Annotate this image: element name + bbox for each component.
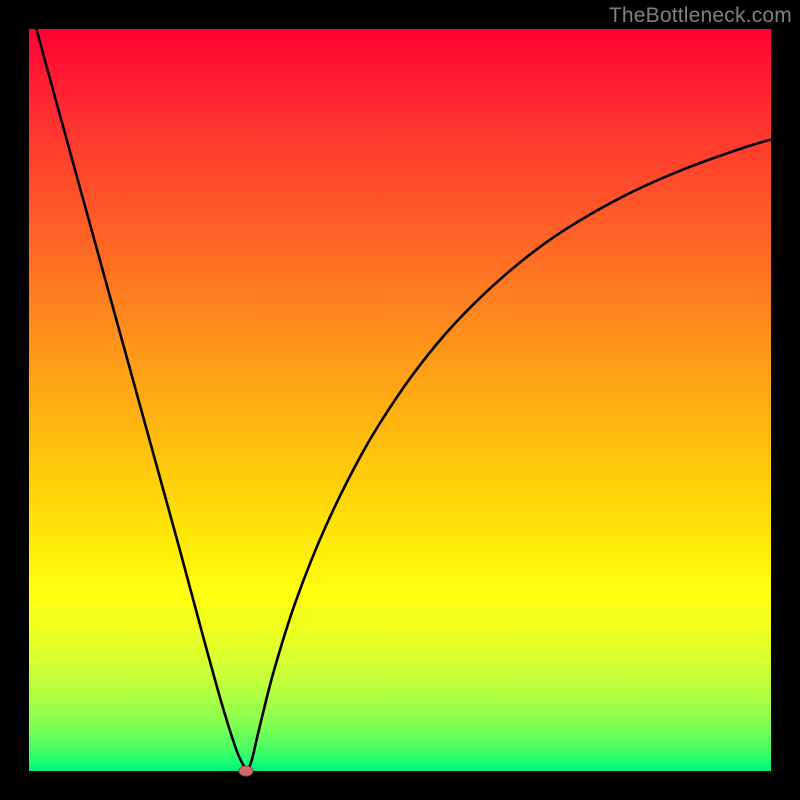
chart-frame: TheBottleneck.com bbox=[0, 0, 800, 800]
curve-svg bbox=[29, 29, 771, 771]
balance-marker bbox=[239, 766, 254, 777]
chart-plot-area bbox=[29, 29, 771, 771]
watermark-text: TheBottleneck.com bbox=[609, 4, 792, 28]
bottleneck-curve bbox=[36, 29, 771, 771]
